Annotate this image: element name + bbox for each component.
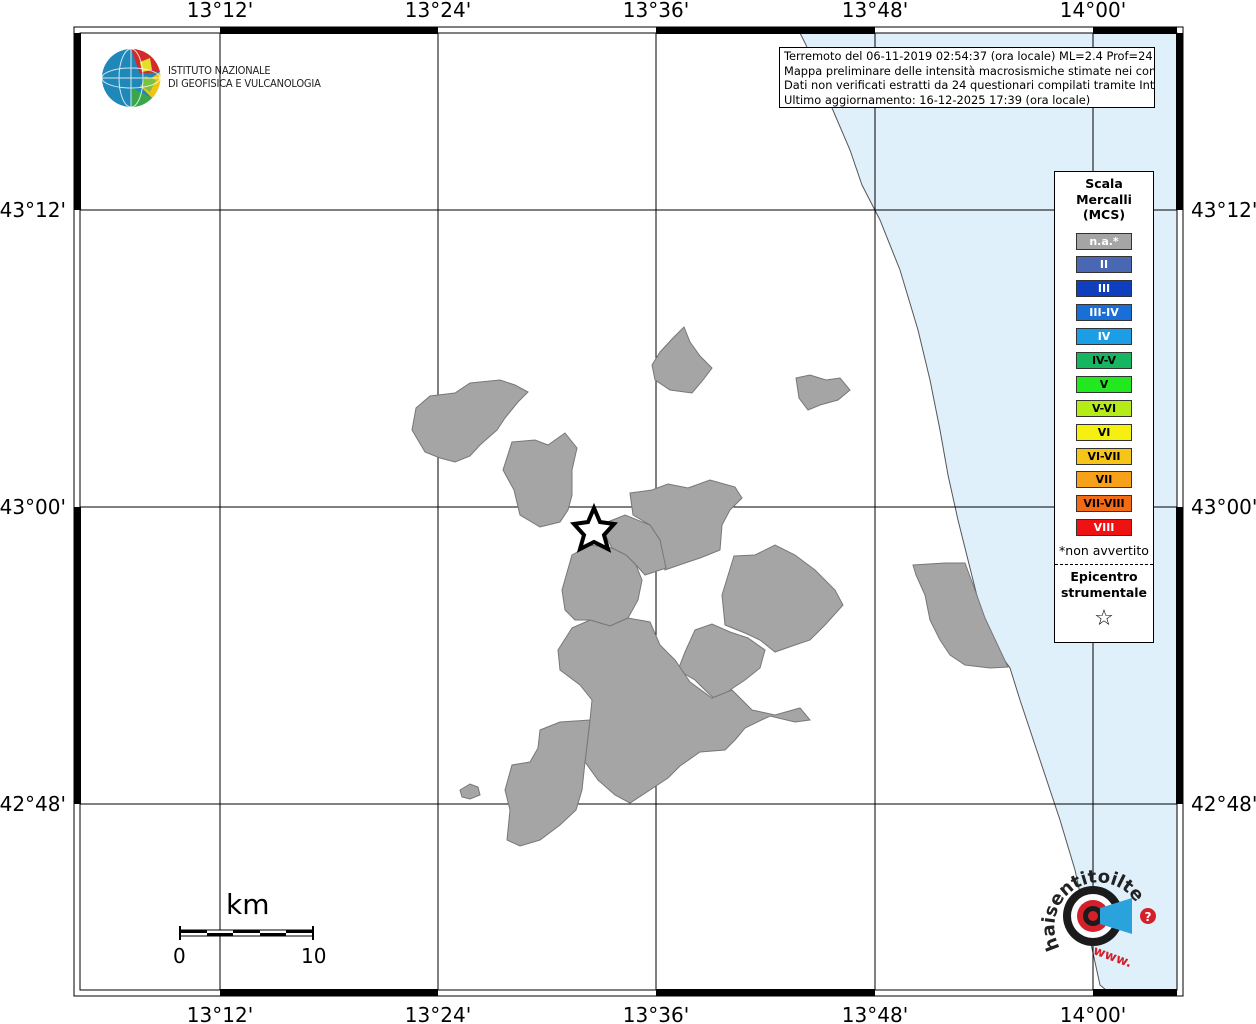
legend-item: V xyxy=(1076,375,1132,393)
lat-label: 43°00' xyxy=(1191,495,1256,519)
legend-item: n.a.* xyxy=(1076,232,1132,250)
lon-label: 13°24' xyxy=(405,1003,471,1024)
legend-item: VI-VII xyxy=(1076,447,1132,465)
legend-epicenter-line: strumentale xyxy=(1060,584,1148,600)
lat-label: 43°00' xyxy=(0,495,66,519)
longitude-labels-bottom: 13°12' 13°24' 13°36' 13°48' 14°00' xyxy=(187,1003,1126,1024)
legend-title-line: (MCS) xyxy=(1082,207,1126,222)
legend-item: V-VI xyxy=(1076,399,1132,417)
info-line: Mappa preliminare delle intensità macros… xyxy=(784,63,1155,78)
legend-items: n.a.* II III III-IV IV IV-V V V-VI VI VI-VII VII VI… xyxy=(1055,232,1153,537)
longitude-labels-top: 13°12' 13°24' 13°36' 13°48' 14°00' xyxy=(187,0,1126,22)
info-line: Dati non verificati estratti da 24 quest… xyxy=(784,78,1155,92)
ingv-logo-text: ISTITUTO NAZIONALE DI GEOFISICA E VULCAN… xyxy=(168,64,321,90)
legend-item: VII-VIII xyxy=(1076,495,1132,513)
legend-item: IV-V xyxy=(1076,351,1132,369)
latitude-labels-left: 43°12' 43°00' 42°48' xyxy=(0,198,66,816)
info-line: Ultimo aggiornamento: 16-12-2025 17:39 (… xyxy=(784,92,1091,107)
legend-item: VII xyxy=(1076,471,1132,489)
legend-separator xyxy=(1055,564,1153,566)
logo-line: ISTITUTO NAZIONALE xyxy=(168,64,271,77)
lon-label: 13°36' xyxy=(623,0,689,22)
earthquake-info-box: Terremoto del 06-11-2019 02:54:37 (ora l… xyxy=(779,47,1155,108)
legend-epicenter-label: Epicentro strumentale xyxy=(1055,569,1153,600)
lat-label: 42°48' xyxy=(0,792,66,816)
legend-title-line: Scala xyxy=(1085,176,1123,191)
lon-label: 13°12' xyxy=(187,1003,253,1024)
lon-label: 13°48' xyxy=(842,1003,908,1024)
legend-title: Scala Mercalli (MCS) xyxy=(1055,176,1153,223)
latitude-labels-right: 43°12' 43°00' 42°48' xyxy=(1191,198,1256,816)
svg-text:?: ? xyxy=(1145,910,1152,924)
legend-item: VIII xyxy=(1076,519,1132,537)
scale-start-label: 0 xyxy=(173,944,186,968)
info-line: Terremoto del 06-11-2019 02:54:37 (ora l… xyxy=(784,49,1155,63)
scale-end-label: 10 xyxy=(301,944,327,968)
lon-label: 13°24' xyxy=(405,0,471,22)
lon-label: 14°00' xyxy=(1060,1003,1126,1024)
lon-label: 13°48' xyxy=(842,0,908,22)
scale-unit-label: km xyxy=(226,888,270,921)
legend-item: III xyxy=(1076,280,1132,298)
lon-label: 13°12' xyxy=(187,0,253,22)
lat-label: 42°48' xyxy=(1191,792,1256,816)
legend-item: IV xyxy=(1076,328,1132,346)
mcs-legend: Scala Mercalli (MCS) n.a.* II III III-IV IV I… xyxy=(1054,171,1154,643)
lat-label: 43°12' xyxy=(0,198,66,222)
lon-label: 13°36' xyxy=(623,1003,689,1024)
lat-label: 43°12' xyxy=(1191,198,1256,222)
legend-item: VI xyxy=(1076,423,1132,441)
legend-item: II xyxy=(1076,256,1132,274)
epicenter-star-icon: ☆ xyxy=(1094,606,1114,632)
legend-note: *non avvertito xyxy=(1059,543,1149,559)
legend-item: III-IV xyxy=(1076,304,1132,322)
legend-title-line: Mercalli xyxy=(1076,191,1132,207)
lon-label: 14°00' xyxy=(1060,0,1126,22)
legend-epicenter-line: Epicentro xyxy=(1070,569,1138,585)
logo-line: DI GEOFISICA E VULCANOLOGIA xyxy=(168,77,321,90)
